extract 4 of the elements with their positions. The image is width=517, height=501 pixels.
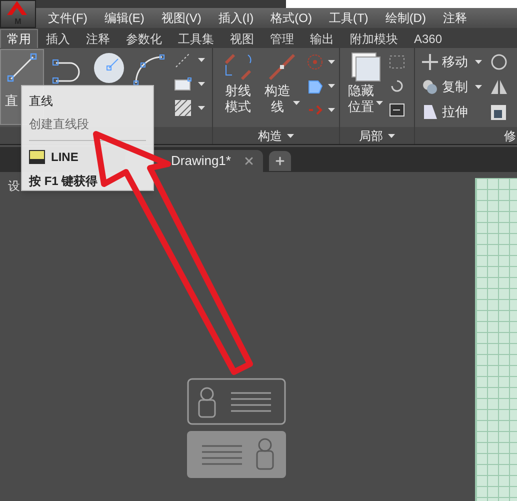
tooltip-title: 直线 <box>29 93 54 110</box>
command-name: LINE <box>51 149 78 166</box>
tooltip-description: 创建直线段 <box>29 116 90 133</box>
help-hint: 按 F1 键获得 <box>29 173 99 190</box>
